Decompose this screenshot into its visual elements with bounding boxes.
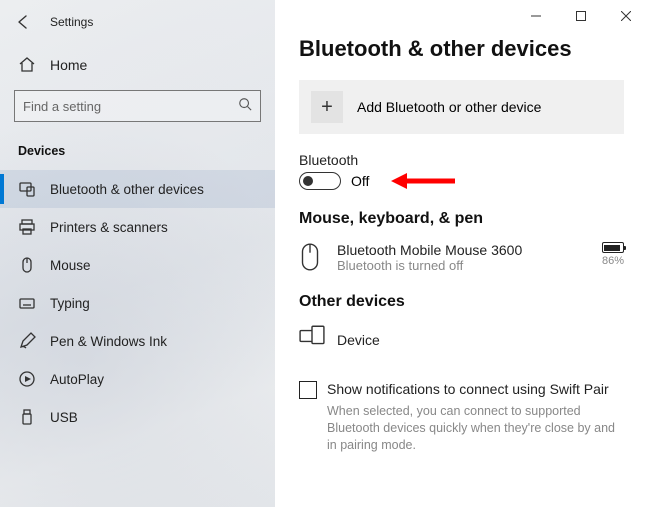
battery-icon [602, 242, 624, 253]
minimize-button[interactable] [513, 0, 558, 32]
device-row-other[interactable]: Device [299, 321, 624, 373]
section-heading-other: Other devices [299, 293, 624, 311]
device-name: Bluetooth Mobile Mouse 3600 [337, 242, 590, 258]
plus-icon: + [311, 91, 343, 123]
sidebar-item-label: Mouse [50, 258, 91, 273]
device-row-mouse[interactable]: Bluetooth Mobile Mouse 3600 Bluetooth is… [299, 238, 624, 287]
titlebar-left: Settings [0, 6, 275, 38]
device-status: Bluetooth is turned off [337, 258, 590, 273]
bluetooth-label: Bluetooth [299, 152, 624, 168]
back-icon[interactable] [14, 13, 32, 31]
add-device-label: Add Bluetooth or other device [357, 99, 541, 115]
titlebar-right [275, 0, 648, 32]
sidebar-item-mouse[interactable]: Mouse [0, 246, 275, 284]
maximize-button[interactable] [558, 0, 603, 32]
devices-icon [18, 180, 36, 198]
swift-pair-description: When selected, you can connect to suppor… [327, 403, 624, 454]
sidebar-item-autoplay[interactable]: AutoPlay [0, 360, 275, 398]
keyboard-icon [18, 294, 36, 312]
battery-indicator: 86% [602, 242, 624, 267]
device-name: Device [337, 332, 380, 348]
close-button[interactable] [603, 0, 648, 32]
sidebar-item-label: AutoPlay [50, 372, 104, 387]
sidebar-item-label: Pen & Windows Ink [50, 334, 167, 349]
page-heading: Bluetooth & other devices [299, 36, 624, 62]
sidebar: Settings Home Devices [0, 0, 275, 507]
sidebar-item-label: Bluetooth & other devices [50, 182, 204, 197]
annotation-arrow-icon [391, 169, 455, 198]
window-title: Settings [50, 15, 93, 29]
category-header: Devices [0, 136, 275, 170]
sidebar-item-label: Typing [50, 296, 90, 311]
pen-icon [18, 332, 36, 350]
generic-device-icon [299, 325, 325, 355]
sidebar-home[interactable]: Home [0, 44, 275, 86]
sidebar-item-typing[interactable]: Typing [0, 284, 275, 322]
sidebar-item-pen[interactable]: Pen & Windows Ink [0, 322, 275, 360]
home-icon [18, 56, 36, 74]
swift-pair-checkbox[interactable] [299, 381, 317, 399]
search-icon [238, 97, 252, 116]
sidebar-item-label: Printers & scanners [50, 220, 168, 235]
usb-icon [18, 408, 36, 426]
battery-percent: 86% [602, 255, 624, 267]
sidebar-item-printers[interactable]: Printers & scanners [0, 208, 275, 246]
bluetooth-state: Off [351, 173, 369, 189]
sidebar-item-label: USB [50, 410, 78, 425]
autoplay-icon [18, 370, 36, 388]
search-input[interactable] [14, 90, 261, 122]
add-device-button[interactable]: + Add Bluetooth or other device [299, 80, 624, 134]
sidebar-item-bluetooth[interactable]: Bluetooth & other devices [0, 170, 275, 208]
swift-pair-label: Show notifications to connect using Swif… [327, 381, 609, 397]
home-label: Home [50, 57, 87, 73]
section-heading-mouse: Mouse, keyboard, & pen [299, 210, 624, 228]
bluetooth-toggle[interactable] [299, 172, 341, 190]
sidebar-item-usb[interactable]: USB [0, 398, 275, 436]
mouse-icon [18, 256, 36, 274]
mouse-device-icon [299, 242, 325, 272]
printer-icon [18, 218, 36, 236]
